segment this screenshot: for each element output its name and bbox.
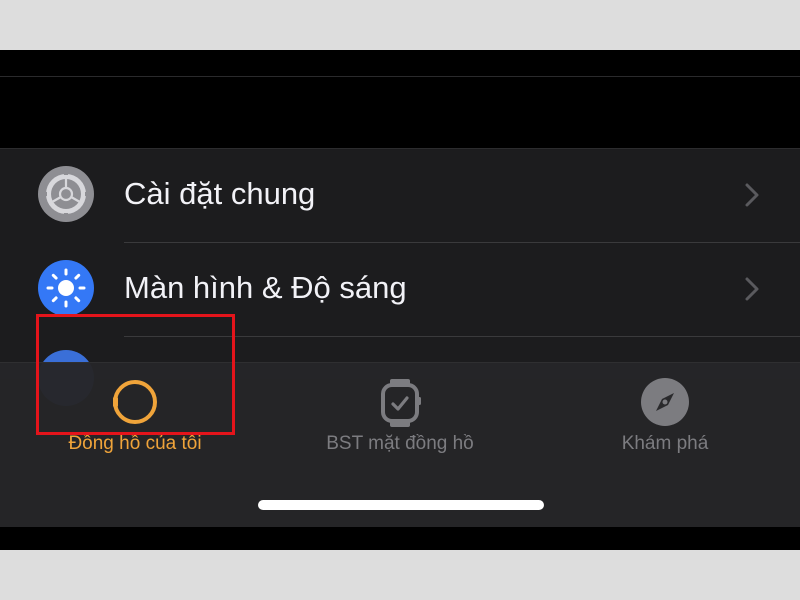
tab-face-gallery[interactable]: BST mặt đồng hồ [300, 363, 500, 473]
tab-label: Khám phá [621, 433, 709, 454]
divider [0, 76, 800, 77]
tab-label: BST mặt đồng hồ [326, 433, 474, 454]
gear-icon [38, 166, 94, 222]
compass-icon [640, 377, 690, 432]
watch-face-icon [378, 377, 422, 434]
settings-item-label: Màn hình & Độ sáng [124, 270, 407, 305]
phone-screen: Cài đặt chung Màn hình & Độ sáng Đồng hồ… [0, 50, 800, 550]
settings-item-label: Cài đặt chung [124, 176, 316, 211]
home-indicator[interactable] [258, 500, 544, 510]
chevron-right-icon [742, 275, 762, 303]
sun-icon [38, 260, 94, 316]
tab-discover[interactable]: Khám phá [590, 363, 740, 473]
chevron-right-icon [742, 181, 762, 209]
settings-item-general[interactable]: Cài đặt chung [0, 149, 800, 243]
tab-label: Đồng hồ của tôi [68, 433, 202, 454]
annotation-highlight-box [36, 314, 235, 435]
